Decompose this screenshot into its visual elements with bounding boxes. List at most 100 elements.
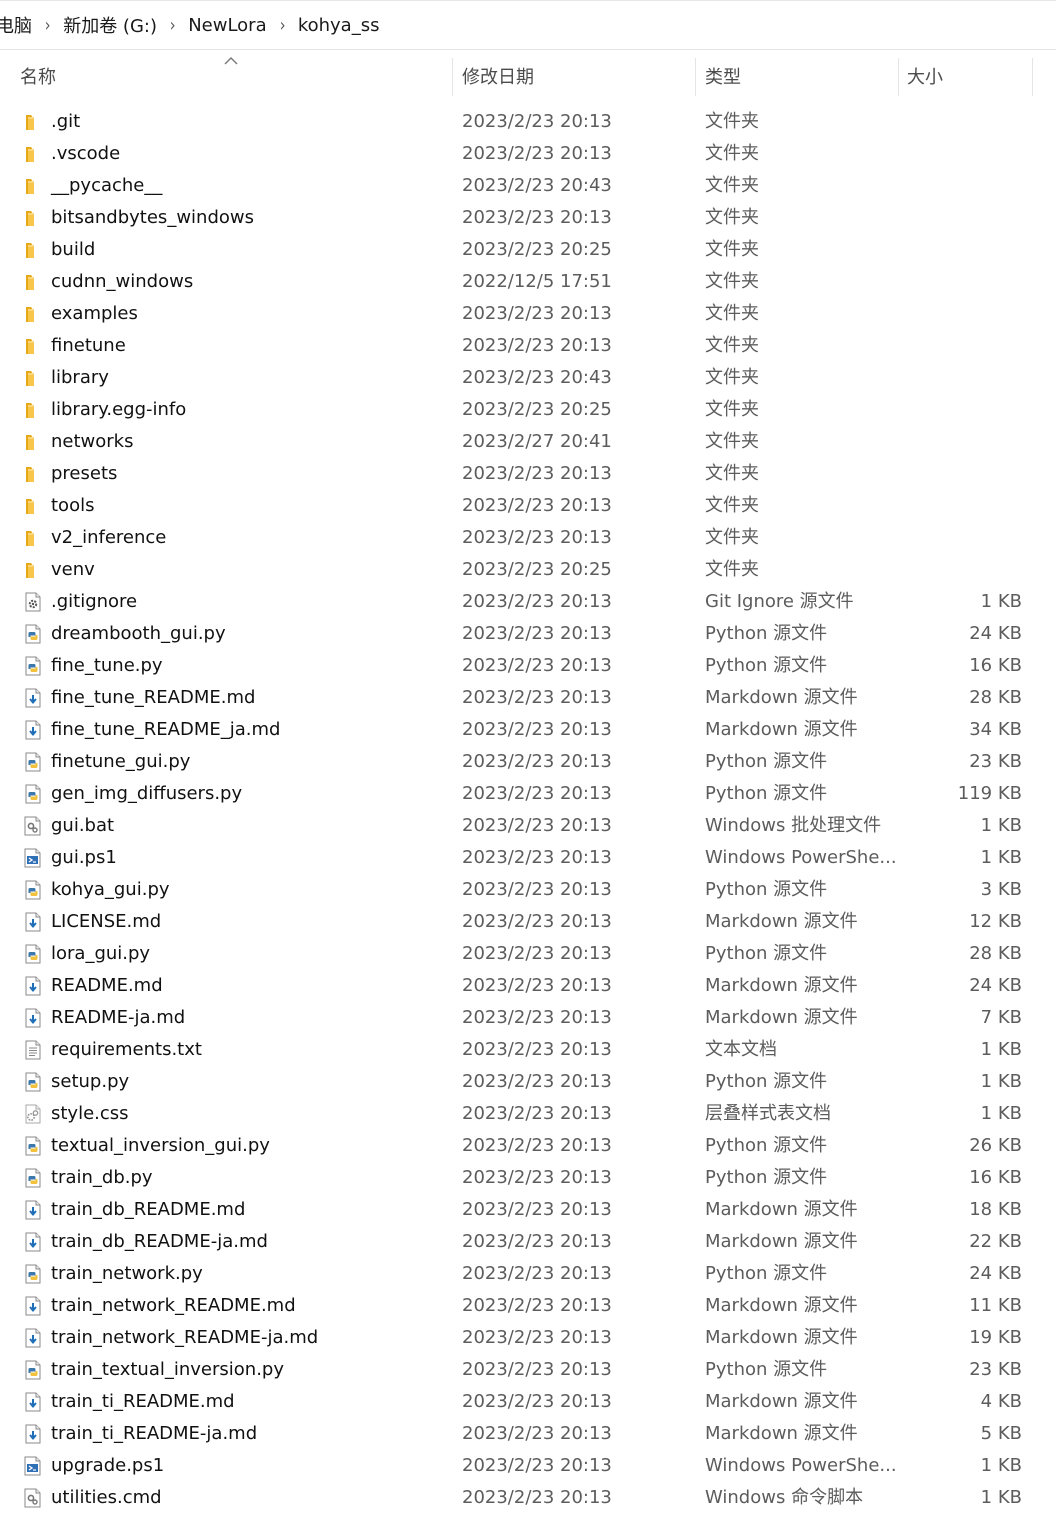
file-modified-date: 2023/2/23 20:13 (462, 1103, 612, 1124)
column-divider[interactable] (452, 58, 453, 96)
column-divider[interactable] (695, 58, 696, 96)
powershell-file-icon (22, 1455, 44, 1477)
file-name: train_db_README.md (51, 1199, 246, 1220)
file-type: 文件夹 (705, 559, 759, 580)
file-row[interactable]: train_ti_README.md 2023/2/23 20:13 Markdow… (0, 1386, 1056, 1418)
file-row[interactable]: venv 2023/2/23 20:25 文件夹 (0, 554, 1056, 586)
file-type: Python 源文件 (705, 655, 828, 676)
file-row[interactable]: .vscode 2023/2/23 20:13 文件夹 (0, 138, 1056, 170)
folder-icon (22, 111, 44, 133)
file-row[interactable]: library 2023/2/23 20:43 文件夹 (0, 362, 1056, 394)
file-name: networks (51, 431, 134, 452)
file-row[interactable]: dreambooth_gui.py 2023/2/23 20:13 Python 源… (0, 618, 1056, 650)
file-type: Python 源文件 (705, 943, 828, 964)
file-row[interactable]: train_network_README-ja.md 2023/2/23 20:1… (0, 1322, 1056, 1354)
file-modified-date: 2023/2/23 20:43 (462, 367, 612, 388)
file-type: 文件夹 (705, 399, 759, 420)
file-row[interactable]: library.egg-info 2023/2/23 20:25 文件夹 (0, 394, 1056, 426)
breadcrumb-item-newlora[interactable]: NewLora (182, 15, 272, 36)
chevron-right-icon[interactable]: › (275, 15, 290, 36)
file-modified-date: 2023/2/23 20:25 (462, 239, 612, 260)
file-modified-date: 2023/2/23 20:13 (462, 1391, 612, 1412)
file-type: Python 源文件 (705, 1263, 828, 1284)
file-row[interactable]: style.css 2023/2/23 20:13 层叠样式表文档 1 KB (0, 1098, 1056, 1130)
file-row[interactable]: LICENSE.md 2023/2/23 20:13 Markdown 源文件 12 … (0, 906, 1056, 938)
file-row[interactable]: networks 2023/2/27 20:41 文件夹 (0, 426, 1056, 458)
chevron-right-icon[interactable]: › (165, 15, 180, 36)
file-modified-date: 2023/2/23 20:43 (462, 175, 612, 196)
file-size: 1 KB (980, 1487, 1022, 1508)
breadcrumb-item-kohya-ss[interactable]: kohya_ss (292, 15, 386, 36)
breadcrumb-item-computer[interactable]: 电脑 (0, 12, 38, 38)
file-name: gen_img_diffusers.py (51, 783, 243, 804)
file-type: 文件夹 (705, 367, 759, 388)
file-row[interactable]: kohya_gui.py 2023/2/23 20:13 Python 源文件 3 K… (0, 874, 1056, 906)
file-row[interactable]: README-ja.md 2023/2/23 20:13 Markdown 源文件 7… (0, 1002, 1056, 1034)
file-modified-date: 2023/2/23 20:13 (462, 687, 612, 708)
file-row[interactable]: requirements.txt 2023/2/23 20:13 文本文档 1 KB (0, 1034, 1056, 1066)
folder-icon (22, 207, 44, 229)
file-size: 22 KB (969, 1231, 1022, 1252)
python-file-icon (22, 623, 44, 645)
column-header-size[interactable]: 大小 (907, 50, 943, 105)
file-row[interactable]: .git 2023/2/23 20:13 文件夹 (0, 106, 1056, 138)
file-row[interactable]: README.md 2023/2/23 20:13 Markdown 源文件 24 K… (0, 970, 1056, 1002)
column-header-name[interactable]: 名称 (20, 50, 56, 105)
file-row[interactable]: gen_img_diffusers.py 2023/2/23 20:13 Pytho… (0, 778, 1056, 810)
file-row[interactable]: v2_inference 2023/2/23 20:13 文件夹 (0, 522, 1056, 554)
file-row[interactable]: train_db.py 2023/2/23 20:13 Python 源文件 16 K… (0, 1162, 1056, 1194)
chevron-right-icon[interactable]: › (40, 15, 55, 36)
file-name: kohya_gui.py (51, 879, 170, 900)
file-row[interactable]: fine_tune_README.md 2023/2/23 20:13 Markdo… (0, 682, 1056, 714)
file-row[interactable]: cudnn_windows 2022/12/5 17:51 文件夹 (0, 266, 1056, 298)
breadcrumb-item-drive[interactable]: 新加卷 (G:) (57, 12, 163, 38)
file-row[interactable]: bitsandbytes_windows 2023/2/23 20:13 文件夹 (0, 202, 1056, 234)
file-name: dreambooth_gui.py (51, 623, 226, 644)
file-row[interactable]: utilities.cmd 2023/2/23 20:13 Windows 命令脚本… (0, 1482, 1056, 1514)
file-row[interactable]: lora_gui.py 2023/2/23 20:13 Python 源文件 28 K… (0, 938, 1056, 970)
file-row[interactable]: finetune 2023/2/23 20:13 文件夹 (0, 330, 1056, 362)
file-name: train_textual_inversion.py (51, 1359, 284, 1380)
markdown-file-icon (22, 719, 44, 741)
file-row[interactable]: finetune_gui.py 2023/2/23 20:13 Python 源文件… (0, 746, 1056, 778)
file-modified-date: 2023/2/23 20:13 (462, 527, 612, 548)
file-row[interactable]: fine_tune.py 2023/2/23 20:13 Python 源文件 16 … (0, 650, 1056, 682)
file-row[interactable]: examples 2023/2/23 20:13 文件夹 (0, 298, 1056, 330)
file-row[interactable]: presets 2023/2/23 20:13 文件夹 (0, 458, 1056, 490)
batch-file-icon (22, 815, 44, 837)
file-row[interactable]: train_db_README.md 2023/2/23 20:13 Markdow… (0, 1194, 1056, 1226)
file-row[interactable]: setup.py 2023/2/23 20:13 Python 源文件 1 KB (0, 1066, 1056, 1098)
markdown-file-icon (22, 1231, 44, 1253)
file-row[interactable]: gui.bat 2023/2/23 20:13 Windows 批处理文件 1 KB (0, 810, 1056, 842)
file-type: Python 源文件 (705, 1167, 828, 1188)
file-type: 文本文档 (705, 1039, 777, 1060)
file-row[interactable]: .gitignore 2023/2/23 20:13 Git Ignore 源文件 1… (0, 586, 1056, 618)
file-row[interactable]: textual_inversion_gui.py 2023/2/23 20:13 P… (0, 1130, 1056, 1162)
file-size: 19 KB (969, 1327, 1022, 1348)
file-row[interactable]: fine_tune_README_ja.md 2023/2/23 20:13 Mar… (0, 714, 1056, 746)
file-modified-date: 2023/2/23 20:13 (462, 975, 612, 996)
file-row[interactable]: gui.ps1 2023/2/23 20:13 Windows PowerShe..… (0, 842, 1056, 874)
file-row[interactable]: train_textual_inversion.py 2023/2/23 20:1… (0, 1354, 1056, 1386)
python-file-icon (22, 1359, 44, 1381)
file-row[interactable]: __pycache__ 2023/2/23 20:43 文件夹 (0, 170, 1056, 202)
column-divider[interactable] (1032, 58, 1033, 96)
file-row[interactable]: train_network.py 2023/2/23 20:13 Python 源文… (0, 1258, 1056, 1290)
file-row[interactable]: tools 2023/2/23 20:13 文件夹 (0, 490, 1056, 522)
file-name: .gitignore (51, 591, 138, 612)
column-divider[interactable] (898, 58, 899, 96)
file-modified-date: 2023/2/23 20:25 (462, 559, 612, 580)
file-row[interactable]: build 2023/2/23 20:25 文件夹 (0, 234, 1056, 266)
file-size: 16 KB (969, 1167, 1022, 1188)
python-file-icon (22, 943, 44, 965)
file-row[interactable]: upgrade.ps1 2023/2/23 20:13 Windows PowerS… (0, 1450, 1056, 1482)
file-modified-date: 2023/2/23 20:13 (462, 1231, 612, 1252)
file-name: README.md (51, 975, 163, 996)
file-row[interactable]: train_ti_README-ja.md 2023/2/23 20:13 Mark… (0, 1418, 1056, 1450)
column-header-type[interactable]: 类型 (705, 50, 741, 105)
markdown-file-icon (22, 687, 44, 709)
file-modified-date: 2023/2/23 20:13 (462, 303, 612, 324)
file-row[interactable]: train_db_README-ja.md 2023/2/23 20:13 Mark… (0, 1226, 1056, 1258)
column-header-date[interactable]: 修改日期 (462, 50, 534, 105)
file-row[interactable]: train_network_README.md 2023/2/23 20:13 Ma… (0, 1290, 1056, 1322)
